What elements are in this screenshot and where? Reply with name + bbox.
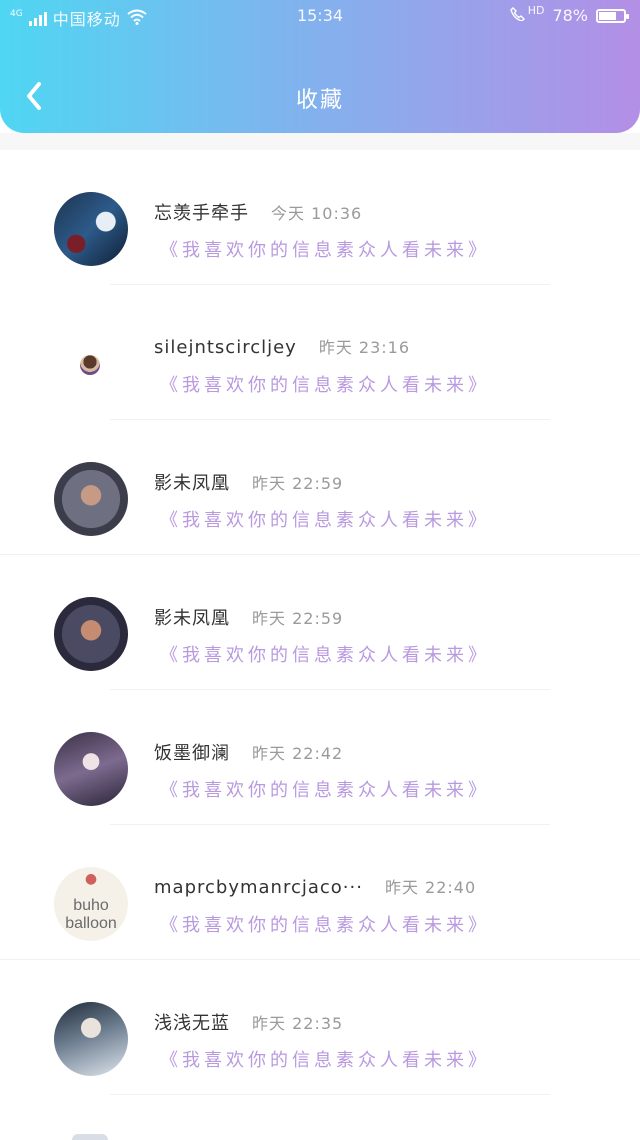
timestamp: 昨天 22:59 [252, 609, 344, 628]
favorite-message[interactable]: 《我喜欢你的信息素众人看未来》 [160, 911, 490, 937]
avatar[interactable] [54, 462, 128, 536]
user-name[interactable]: silejntscircljey [154, 337, 297, 358]
favorite-message[interactable]: 《我喜欢你的信息素众人看未来》 [160, 236, 490, 262]
avatar[interactable] [54, 1002, 128, 1076]
list-item[interactable]: silejntscircljey 昨天 23:16 《我喜欢你的信息素众人看未来》 [0, 285, 640, 420]
owl-icon: ● [84, 871, 98, 887]
list-item[interactable]: ● buho balloon maprcbymanrcjaco··· 昨天 22:… [0, 825, 640, 960]
user-name[interactable]: maprcbymanrcjaco··· [154, 877, 363, 898]
favorite-message[interactable]: 《我喜欢你的信息素众人看未来》 [160, 641, 490, 667]
avatar[interactable] [54, 597, 128, 671]
favorites-list: 忘羡手牵手 今天 10:36 《我喜欢你的信息素众人看未来》 silejntsci… [0, 150, 640, 1095]
avatar[interactable] [54, 192, 128, 266]
timestamp: 昨天 22:42 [252, 744, 344, 763]
divider [110, 1094, 550, 1095]
favorite-message[interactable]: 《我喜欢你的信息素众人看未来》 [160, 1046, 490, 1072]
battery-fill [599, 11, 617, 20]
list-item[interactable]: 影未凤凰 昨天 22:59 《我喜欢你的信息素众人看未来》 [0, 555, 640, 690]
list-item[interactable]: 忘羡手牵手 今天 10:36 《我喜欢你的信息素众人看未来》 [0, 150, 640, 285]
avatar[interactable] [54, 327, 128, 401]
timestamp: 今天 10:36 [271, 204, 363, 223]
list-item[interactable]: 饭墨御澜 昨天 22:42 《我喜欢你的信息素众人看未来》 [0, 690, 640, 825]
avatar[interactable] [72, 1134, 108, 1140]
top-header: 4G 中国移动 15:34 HD 78% 收藏 [0, 0, 640, 133]
user-name[interactable]: 浅浅无蓝 [154, 1009, 230, 1035]
list-item[interactable]: 浅浅无蓝 昨天 22:35 《我喜欢你的信息素众人看未来》 [0, 960, 640, 1095]
avatar[interactable]: ● buho balloon [54, 867, 128, 941]
list-item[interactable]: 影未凤凰 昨天 22:59 《我喜欢你的信息素众人看未来》 [0, 420, 640, 555]
hd-call-icon [509, 6, 526, 25]
timestamp: 昨天 23:16 [318, 338, 411, 357]
battery-percent: 78% [552, 6, 588, 25]
avatar-logo-text-1: buho [73, 897, 109, 914]
header-gap [0, 133, 640, 150]
avatar[interactable] [54, 732, 128, 806]
battery-icon [596, 8, 629, 23]
timestamp: 昨天 22:59 [252, 474, 344, 493]
timestamp: 昨天 22:35 [252, 1014, 344, 1033]
avatar-figure [80, 355, 100, 375]
avatar-logo-text-2: balloon [65, 915, 117, 932]
status-right: HD 78% [509, 4, 629, 25]
favorite-message[interactable]: 《我喜欢你的信息素众人看未来》 [160, 506, 490, 532]
favorite-message[interactable]: 《我喜欢你的信息素众人看未来》 [160, 371, 490, 397]
user-name[interactable]: 忘羡手牵手 [154, 199, 249, 225]
user-name[interactable]: 影未凤凰 [154, 604, 230, 630]
page-title: 收藏 [295, 88, 344, 113]
timestamp: 昨天 22:40 [384, 878, 477, 897]
favorite-message[interactable]: 《我喜欢你的信息素众人看未来》 [160, 776, 490, 802]
status-bar: 4G 中国移动 15:34 HD 78% [0, 0, 640, 32]
user-name[interactable]: 影未凤凰 [154, 469, 230, 495]
hd-label: HD [527, 4, 545, 17]
user-name[interactable]: 饭墨御澜 [154, 739, 230, 765]
